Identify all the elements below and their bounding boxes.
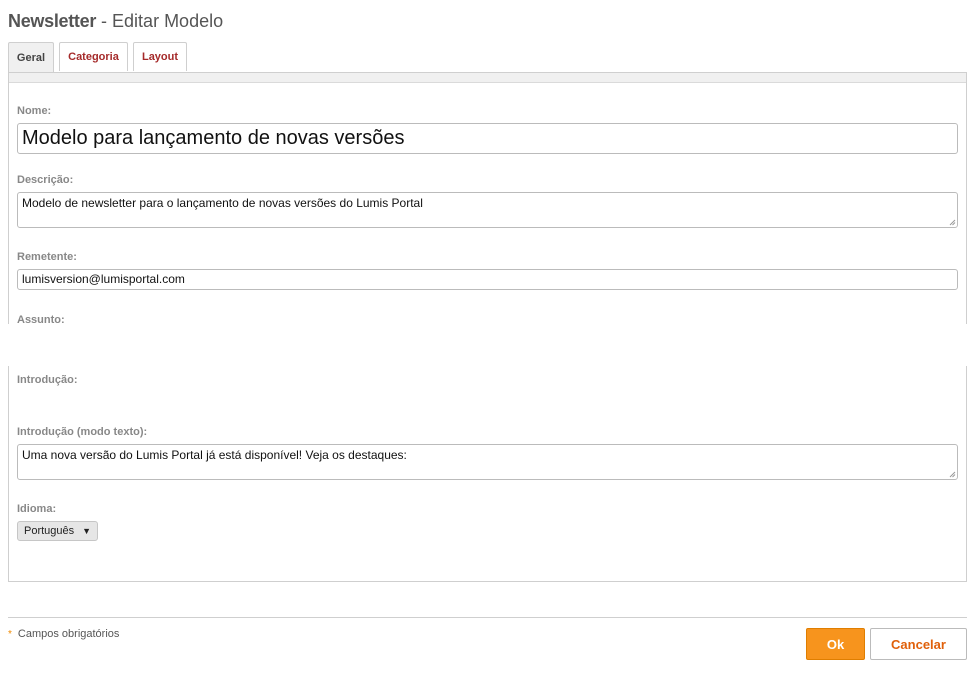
- ok-button[interactable]: Ok: [806, 628, 865, 660]
- resize-grip-icon[interactable]: [949, 219, 956, 226]
- introducao-texto-label: Introdução (modo texto):: [17, 426, 148, 438]
- introducao-texto-text: Uma nova versão do Lumis Portal já está …: [22, 448, 407, 462]
- descricao-text: Modelo de newsletter para o lançamento d…: [22, 196, 423, 210]
- remetente-label: Remetente:: [17, 251, 77, 263]
- cancel-button[interactable]: Cancelar: [870, 628, 967, 660]
- panel-header-band: [9, 73, 966, 83]
- required-note: * Campos obrigatórios: [8, 628, 119, 640]
- unrendered-region: [0, 324, 975, 366]
- required-note-text: Campos obrigatórios: [17, 628, 120, 640]
- descricao-textarea[interactable]: Modelo de newsletter para o lançamento d…: [17, 192, 958, 228]
- idioma-label: Idioma:: [17, 503, 57, 515]
- descricao-label: Descrição:: [17, 174, 74, 186]
- footer-divider: [8, 617, 967, 618]
- resize-grip-icon[interactable]: [949, 471, 956, 478]
- chevron-down-icon: ▼: [82, 526, 92, 536]
- nome-label: Nome:: [17, 105, 52, 117]
- introducao-texto-textarea[interactable]: Uma nova versão do Lumis Portal já está …: [17, 444, 958, 480]
- introducao-label: Introdução:: [17, 374, 78, 386]
- remetente-input[interactable]: lumisversion@lumisportal.com: [17, 269, 958, 290]
- tab-geral[interactable]: Geral: [8, 42, 54, 73]
- page-subtitle: - Editar Modelo: [96, 11, 224, 31]
- app-name: Newsletter: [8, 11, 97, 31]
- tab-categoria[interactable]: Categoria: [59, 42, 128, 71]
- nome-input[interactable]: Modelo para lançamento de novas versões: [17, 123, 958, 154]
- required-star-icon: *: [8, 629, 12, 640]
- idioma-select[interactable]: Português ▼: [17, 521, 99, 541]
- idioma-value: Português: [24, 525, 75, 537]
- page-title: Newsletter - Editar Modelo: [8, 11, 223, 32]
- tab-layout[interactable]: Layout: [133, 42, 187, 71]
